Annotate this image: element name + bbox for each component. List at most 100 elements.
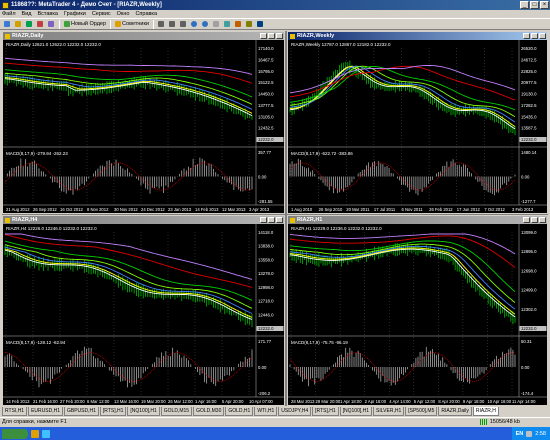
advisors-button[interactable]: Советники: [114, 20, 150, 29]
menu-help[interactable]: Справка: [135, 11, 157, 17]
maximize-button[interactable]: □: [530, 1, 539, 9]
chart-window-h1[interactable]: RIAZR,H1 RIAZR,H1 12229.0 12236.0 12232.…: [287, 215, 548, 406]
date-axis-label: 21 Aug 2012: [6, 207, 30, 212]
terminal-button[interactable]: [47, 20, 56, 29]
chart-tab[interactable]: GOLD,H1: [225, 407, 254, 416]
start-button[interactable]: [2, 428, 28, 439]
candle-chart-icon: [168, 21, 175, 27]
chart-maximize-button[interactable]: [268, 33, 275, 39]
chart-tab[interactable]: [NQ100],H1: [127, 407, 160, 416]
chart-tab[interactable]: [RTS],H1: [99, 407, 127, 416]
chart-tab[interactable]: [NQ100],H1: [339, 407, 373, 416]
chart-tab[interactable]: SILVER,H1: [373, 407, 405, 416]
chart-tab[interactable]: [SP500],M5: [405, 407, 438, 416]
date-axis-label: 8 Nov 2012: [87, 207, 109, 212]
ma-violet-line: [289, 64, 516, 94]
macd-scale-label: -1277.7: [521, 199, 536, 204]
chart-ohlc-header: RIAZR,Daily 12621.0 12622.0 12232.0 1223…: [6, 42, 101, 47]
chart-minimize-button[interactable]: [523, 33, 530, 39]
new-order-button[interactable]: Новый Ордер: [63, 20, 107, 29]
price-scale-label: 12232.0: [521, 137, 537, 142]
status-help-text: Для справки, нажмите F1: [2, 419, 67, 425]
profiles-button[interactable]: [14, 20, 23, 29]
chart-minimize-button[interactable]: [260, 217, 267, 223]
menu-charts[interactable]: Графики: [64, 11, 86, 17]
chart-window-daily[interactable]: RIAZR,Daily RIAZR,Daily 12621.0 12622.0 …: [2, 31, 285, 214]
quicklaunch-icon[interactable]: [42, 429, 50, 438]
volume-icon[interactable]: [526, 430, 533, 437]
templates-button[interactable]: [256, 20, 265, 29]
chart-minimize-button[interactable]: [523, 217, 530, 223]
date-axis-label: 13 Mar 16:00: [114, 399, 139, 404]
chart-close-button[interactable]: [539, 33, 546, 39]
chart-tab[interactable]: [RTS],H1: [312, 407, 339, 416]
quicklaunch-icon[interactable]: [31, 429, 39, 438]
date-axis-label: 27 Feb 20:00: [60, 399, 85, 404]
price-scale-label: 13777.5: [258, 103, 274, 108]
zoom-out-button[interactable]: [201, 20, 210, 29]
menu-view[interactable]: Вид: [22, 11, 32, 17]
date-axis-label: 26 Feb 2012: [429, 207, 453, 212]
zoom-in-button[interactable]: [190, 20, 199, 29]
macd-scale-label: 50.31: [521, 339, 532, 344]
chart-tab[interactable]: RIAZR,Daily: [438, 407, 472, 416]
chart-canvas[interactable]: RIAZR,Daily 12621.0 12622.0 12232.0 1223…: [3, 40, 284, 213]
navigator-button[interactable]: [36, 20, 45, 29]
macd-scale-label: -281.55: [258, 199, 273, 204]
chart-tab-active[interactable]: RIAZR,H: [472, 407, 499, 416]
chart-tab[interactable]: GOLD,M30: [193, 407, 225, 416]
chart-tab[interactable]: GOLD,M15: [160, 407, 193, 416]
zoom-in-icon: [190, 21, 197, 27]
market-watch-button[interactable]: [25, 20, 34, 29]
menu-file[interactable]: Файл: [2, 11, 16, 17]
chart-tab[interactable]: GBPUSD,H1: [64, 407, 99, 416]
chart-close-button[interactable]: [276, 33, 283, 39]
chart-tab[interactable]: RTSI,H1: [2, 407, 28, 416]
tile-windows-button[interactable]: [212, 20, 221, 29]
chart-window-weekly[interactable]: RIAZR,Weekly RIAZR,Weekly 12787.0 12867.…: [287, 31, 548, 214]
traffic-text: 15056/48 kb: [489, 419, 520, 425]
price-scale-label: 13587.5: [521, 126, 537, 131]
date-axis-label: 26 Mar 12:00: [168, 399, 193, 404]
chart-window-h4[interactable]: RIAZR,H4 RIAZR,H4 12226.0 12246.0 12232.…: [2, 215, 285, 406]
candle-chart-button[interactable]: [168, 20, 177, 29]
price-scale-label: 19130.0: [521, 92, 537, 97]
chart-canvas[interactable]: RIAZR,H1 12229.0 12236.0 12232.0 12232.0…: [288, 224, 547, 405]
date-axis-label: 10 Apr 07:00: [249, 399, 273, 404]
chart-minimize-button[interactable]: [260, 33, 267, 39]
ma-red-line: [289, 235, 516, 268]
chart-maximize-button[interactable]: [268, 217, 275, 223]
chart-canvas[interactable]: RIAZR,H4 12226.0 12246.0 12232.0 12232.0…: [3, 224, 284, 405]
line-chart-button[interactable]: [179, 20, 188, 29]
chart-canvas[interactable]: RIAZR,Weekly 12787.0 12867.0 12182.0 122…: [288, 40, 547, 213]
price-scale-label: 12232.0: [521, 326, 537, 331]
clock[interactable]: 2:58: [535, 431, 546, 437]
menu-insert[interactable]: Вставка: [37, 11, 57, 17]
date-axis-label: 14 Feb 2013: [6, 399, 30, 404]
bar-chart-button[interactable]: [157, 20, 166, 29]
price-scale-label: 12499.0: [521, 288, 537, 293]
price-scale-label: 17140.0: [258, 46, 274, 51]
new-chart-button[interactable]: [3, 20, 12, 29]
chart-tab[interactable]: WTI,H1: [254, 407, 278, 416]
autoscroll-button[interactable]: [223, 20, 232, 29]
price-scale-label: 12432.5: [258, 126, 274, 131]
minimize-button[interactable]: _: [520, 1, 529, 9]
macd-scale-label: 0.00: [258, 175, 267, 180]
menu-window[interactable]: Окно: [117, 11, 130, 17]
close-button[interactable]: ×: [540, 1, 549, 9]
chart-icon: [290, 33, 295, 39]
chart-tab[interactable]: EURUSD,H1: [28, 407, 63, 416]
status-bar: Для справки, нажмите F1 15056/48 kb: [0, 417, 550, 426]
periods-button[interactable]: [245, 20, 254, 29]
chart-maximize-button[interactable]: [531, 217, 538, 223]
chart-tab[interactable]: USDJPY,H4: [278, 407, 312, 416]
chart-maximize-button[interactable]: [531, 33, 538, 39]
indicators-button[interactable]: [234, 20, 243, 29]
chart-tabs: RTSI,H1 EURUSD,H1 GBPUSD,H1 [RTS],H1 [NQ…: [2, 407, 548, 416]
chart-close-button[interactable]: [276, 217, 283, 223]
price-scale-label: 12698.0: [521, 268, 537, 273]
chart-close-button[interactable]: [539, 217, 546, 223]
language-indicator[interactable]: EN: [516, 431, 524, 437]
menu-tools[interactable]: Сервис: [92, 11, 111, 17]
